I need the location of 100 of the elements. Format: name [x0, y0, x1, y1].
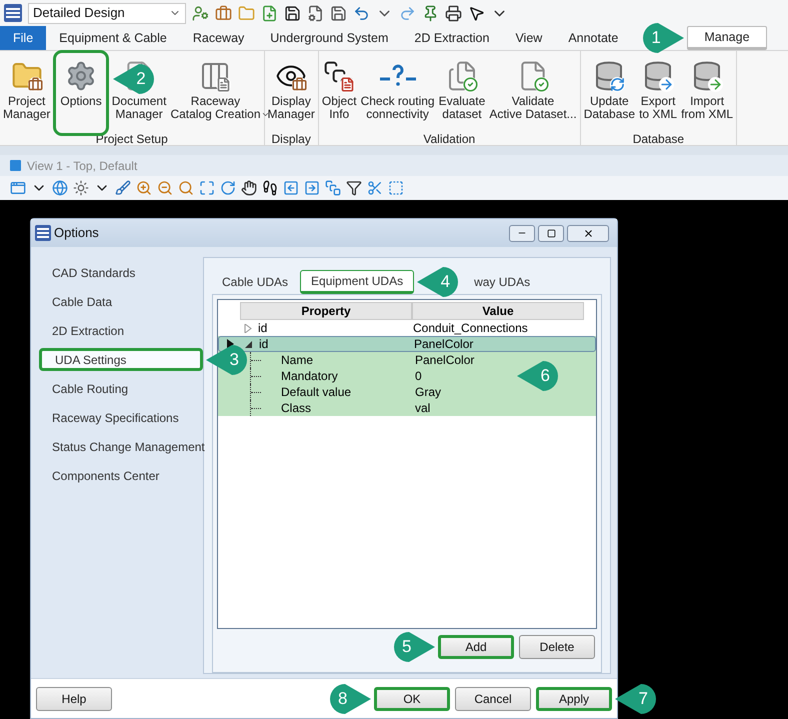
app-logo-icon[interactable] — [4, 4, 22, 22]
dialog-button[interactable]: OK — [374, 686, 450, 710]
printer-icon[interactable] — [445, 4, 462, 22]
app-logo-icon — [35, 225, 51, 241]
current-row-icon — [226, 339, 234, 349]
catalog-icon — [199, 60, 232, 92]
ribbon-tab[interactable]: Equipment & Cable — [46, 26, 180, 50]
dialog-button[interactable]: Cancel — [455, 686, 531, 710]
step-badge: 8 — [328, 682, 372, 714]
ribbon-button[interactable]: Object Info — [320, 53, 359, 133]
next-view-icon[interactable] — [304, 180, 320, 196]
footprints-icon[interactable] — [262, 180, 278, 196]
caret-icon[interactable] — [260, 110, 270, 119]
options-nav-item[interactable]: 2D Extraction — [39, 320, 203, 342]
ribbon-tab[interactable]: Annotate — [555, 26, 632, 50]
ribbon-tab[interactable]: Underground System — [257, 26, 402, 50]
box-select-icon[interactable] — [388, 180, 404, 196]
ribbon-tab[interactable]: File — [0, 26, 46, 50]
zoom-window-icon[interactable] — [178, 180, 194, 196]
maximize-button[interactable] — [538, 224, 564, 242]
step-badge: 5 — [392, 631, 436, 663]
uda-tab[interactable]: Equipment UDAs — [300, 270, 414, 294]
options-nav-item[interactable]: UDA Settings — [39, 348, 203, 371]
options-nav-item[interactable]: Components Center — [39, 464, 203, 488]
grid-row[interactable]: id PanelColor — [218, 336, 596, 352]
options-nav-item[interactable]: Cable Routing — [39, 378, 203, 400]
step-badge: 1 — [641, 22, 686, 54]
clip-icon[interactable] — [367, 180, 383, 196]
previous-view-icon[interactable] — [283, 180, 299, 196]
ribbon-tab[interactable]: Manage — [687, 26, 767, 50]
ribbon-button[interactable]: Raceway Catalog Creation — [168, 53, 262, 133]
step-badge: 3 — [205, 344, 249, 376]
step-badge: 2 — [112, 63, 156, 95]
new-file-icon[interactable] — [261, 4, 278, 22]
options-nav-item[interactable]: CAD Standards — [39, 262, 203, 284]
options-nav-item[interactable]: Cable Data — [39, 290, 203, 314]
pin-icon[interactable] — [422, 4, 439, 22]
value-cell-text: Conduit_Connections — [412, 320, 528, 337]
ribbon-button[interactable]: Project Manager — [1, 53, 52, 133]
ribbon-button[interactable]: Import from XML — [679, 53, 736, 133]
zoom-out-icon[interactable] — [157, 180, 173, 196]
ribbon-button[interactable]: Display Manager — [266, 53, 317, 133]
maximize-icon — [546, 228, 556, 238]
dialog-button[interactable]: Delete — [519, 635, 595, 659]
dialog-button[interactable]: Apply — [536, 686, 612, 710]
uda-tab[interactable]: Cable UDAs — [212, 270, 298, 294]
expand-icon[interactable] — [244, 324, 252, 332]
copy-view-icon[interactable] — [325, 180, 341, 196]
window-icon[interactable] — [10, 180, 26, 196]
rotate-icon[interactable] — [220, 180, 236, 196]
dialog-button[interactable]: Add — [438, 635, 514, 659]
briefcase-icon[interactable] — [215, 4, 232, 22]
dialog-button[interactable]: Help — [36, 686, 112, 710]
uda-tab[interactable]: way UDAs — [464, 270, 540, 294]
ribbon-button[interactable]: Check routing connectivity — [358, 53, 437, 133]
folder-briefcase-icon — [10, 60, 43, 92]
ribbon-button[interactable]: Export to XML — [637, 53, 680, 133]
step-badge: 6 — [516, 360, 560, 392]
ribbon-button[interactable]: Validate Active Dataset... — [487, 53, 579, 133]
ribbon-group-label: Database — [632, 133, 686, 145]
pointer-icon[interactable] — [468, 4, 485, 22]
user-gear-icon[interactable] — [192, 4, 209, 22]
ribbon-tab[interactable]: View — [502, 26, 556, 50]
sun-icon[interactable] — [73, 180, 89, 196]
hand-icon[interactable] — [241, 180, 257, 196]
fit-view-icon[interactable] — [199, 180, 215, 196]
ribbon-button[interactable]: Update Database — [582, 53, 638, 133]
zoom-in-icon[interactable] — [136, 180, 152, 196]
collapse-icon[interactable] — [245, 340, 253, 348]
property-cell: Class — [281, 401, 312, 415]
property-cell: Default value — [281, 385, 352, 399]
column-header: Property — [240, 302, 412, 320]
view-cube-icon — [10, 160, 21, 171]
globe-icon[interactable] — [52, 180, 68, 196]
database-export-icon — [642, 60, 674, 92]
ribbon-tab[interactable]: Raceway — [180, 26, 258, 50]
undo-icon[interactable] — [353, 4, 370, 22]
step-badge: 4 — [416, 266, 460, 298]
save-icon[interactable] — [284, 4, 301, 22]
workflow-dropdown[interactable]: Detailed Design — [28, 2, 186, 24]
brush-icon[interactable] — [115, 180, 131, 196]
grid-row[interactable]: id Conduit_Connections — [218, 320, 596, 336]
save-gear-icon[interactable] — [330, 4, 347, 22]
property-cell: id — [259, 337, 268, 351]
ribbon-button[interactable]: Evaluate dataset — [436, 53, 488, 133]
value-cell-text: Gray — [414, 384, 442, 401]
close-button[interactable] — [567, 224, 609, 242]
dialog-title: Options — [54, 224, 99, 242]
options-nav-item[interactable]: Raceway Specifications — [39, 406, 203, 430]
ribbon-tab[interactable]: 2D Extraction — [401, 26, 502, 50]
options-nav-item[interactable]: Status Change Management — [39, 436, 203, 458]
database-import-icon — [691, 60, 724, 92]
property-cell: Mandatory — [281, 369, 338, 383]
ribbon-button[interactable]: Options — [56, 53, 106, 133]
filter-icon[interactable] — [346, 180, 362, 196]
view-window-title: View 1 - Top, Default — [27, 158, 138, 174]
close-icon — [582, 228, 594, 238]
database-sync-icon — [593, 60, 626, 92]
ribbon-group-label: Display — [270, 133, 312, 145]
file-gear-icon[interactable] — [307, 4, 324, 22]
